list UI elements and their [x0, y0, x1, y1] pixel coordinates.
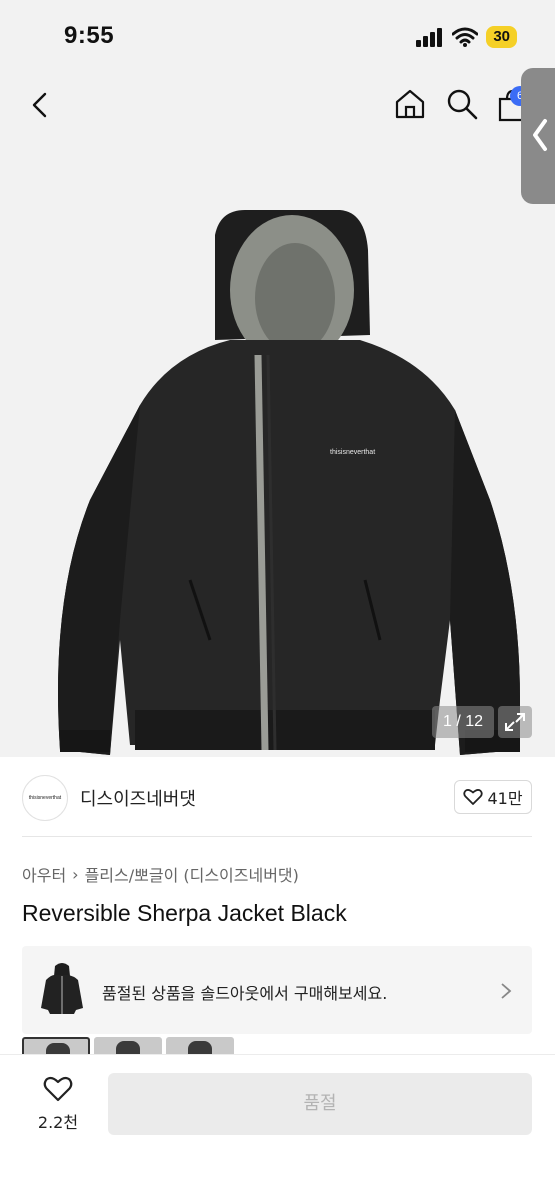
brand-like-button[interactable]: 41만 — [454, 780, 532, 814]
breadcrumb-subcategory[interactable]: 플리스/뽀글이 (디스이즈네버댓) — [85, 862, 299, 886]
banner-text: 품절된 상품을 솔드아웃에서 구매해보세요. — [102, 984, 388, 1003]
wifi-icon — [452, 27, 479, 47]
brand-row: thisisneverthat 디스이즈네버댓 41만 — [0, 757, 555, 837]
brand-logo[interactable]: thisisneverthat — [22, 775, 68, 821]
expand-image-button[interactable] — [498, 706, 532, 738]
thumbnail-item[interactable] — [22, 1037, 90, 1055]
status-icons: 30 — [416, 26, 517, 48]
product-title: Reversible Sherpa Jacket Black — [22, 900, 347, 926]
chevron-right-icon — [501, 983, 512, 999]
search-icon[interactable] — [446, 88, 478, 120]
battery-indicator: 30 — [486, 26, 517, 48]
brand-like-count: 41만 — [487, 789, 523, 808]
jacket-logo: thisisneverthat — [330, 449, 375, 456]
brand-logo-text: thisisneverthat — [28, 795, 62, 801]
product-image-gallery[interactable]: thisisneverthat — [0, 70, 555, 757]
product-image: thisisneverthat — [58, 210, 520, 755]
thumbnail-item[interactable] — [94, 1037, 162, 1055]
back-arrow-icon[interactable] — [26, 90, 56, 120]
image-pager: 1 / 12 — [432, 706, 494, 738]
breadcrumb-category[interactable]: 아우터 — [22, 862, 66, 886]
expand-icon — [505, 713, 525, 731]
wish-count: 2.2천 — [37, 1113, 79, 1132]
heart-icon — [43, 1076, 73, 1102]
status-time: 9:55 — [64, 22, 115, 49]
divider — [22, 836, 532, 837]
status-bar: 9:55 30 — [0, 0, 555, 70]
heart-icon — [463, 789, 484, 805]
soldout-button[interactable]: 품절 — [108, 1073, 532, 1135]
banner-product-thumbnail — [36, 958, 88, 1022]
top-nav — [0, 70, 555, 140]
breadcrumb-separator: › — [72, 864, 79, 884]
brand-name[interactable]: 디스이즈네버댓 — [80, 785, 196, 811]
side-edge-tab[interactable] — [521, 68, 555, 204]
home-icon[interactable] — [394, 88, 426, 120]
soldout-banner[interactable]: 품절된 상품을 솔드아웃에서 구매해보세요. — [22, 946, 532, 1034]
thumbnail-item[interactable] — [166, 1037, 234, 1055]
thumbnail-strip — [22, 1037, 234, 1055]
chevron-left-icon — [533, 119, 547, 151]
signal-icon — [416, 28, 443, 47]
bottom-action-bar: 2.2천 품절 — [0, 1054, 555, 1200]
breadcrumb: 아우터 › 플리스/뽀글이 (디스이즈네버댓) — [22, 862, 299, 886]
wish-button[interactable]: 2.2천 — [30, 1075, 86, 1133]
